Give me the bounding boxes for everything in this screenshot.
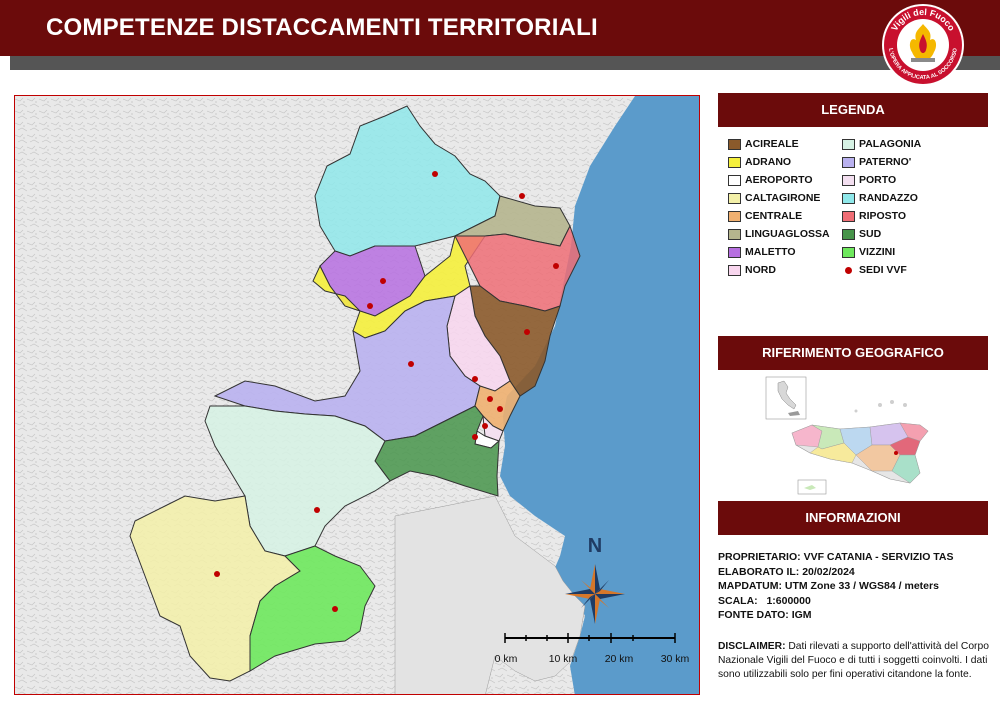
info-key: SCALA: <box>718 594 758 607</box>
legend-label: PALAGONIA <box>859 138 922 150</box>
legend-label: RANDAZZO <box>859 192 918 204</box>
legend-label: SEDI VVF <box>859 264 907 276</box>
info-value: 1:600000 <box>766 594 811 607</box>
legend-swatch <box>842 192 855 204</box>
station-maletto[interactable] <box>380 278 386 284</box>
legend-swatch <box>842 210 855 222</box>
territory-map[interactable]: N 0 km 10 km 20 km 30 km <box>14 95 700 695</box>
legend-item: VIZZINI <box>842 243 921 261</box>
station-nord[interactable] <box>472 376 478 382</box>
info-header: INFORMAZIONI <box>718 501 988 535</box>
station-marker-icon <box>845 266 852 274</box>
legend-label: CENTRALE <box>745 210 803 222</box>
station-randazzo[interactable] <box>432 171 438 177</box>
legend-item: PATERNO' <box>842 153 921 171</box>
info-line: ELABORATO IL: 20/02/2024 <box>718 566 990 581</box>
legend-item: ADRANO <box>728 153 830 171</box>
legend-label: AEROPORTO <box>745 174 813 186</box>
legend-swatch <box>728 138 741 150</box>
info-block: PROPRIETARIO: VVF CATANIA - SERVIZIO TAS… <box>718 551 990 624</box>
legend-label: PORTO <box>859 174 897 186</box>
legend-swatch <box>842 228 855 240</box>
info-value: IGM <box>791 609 812 621</box>
legend-column-left: ACIREALE ADRANO AEROPORTO CALTAGIRONE CE… <box>728 135 830 279</box>
info-key: ELABORATO IL: <box>718 565 800 578</box>
legend-label: LINGUAGLOSSA <box>745 228 830 240</box>
scale-label-30: 30 km <box>661 653 690 665</box>
info-key: FONTE DATO: <box>718 609 789 621</box>
legend-item: NORD <box>728 261 830 279</box>
info-line: PROPRIETARIO: VVF CATANIA - SERVIZIO TAS <box>718 551 990 566</box>
legend-item: SUD <box>842 225 921 243</box>
north-label: N <box>588 535 602 557</box>
station-palagonia[interactable] <box>314 507 320 513</box>
legend-swatch <box>728 228 741 240</box>
legend-swatch <box>728 156 741 168</box>
legend-item: PALAGONIA <box>842 135 921 153</box>
legend-label: PATERNO' <box>859 156 912 168</box>
info-value: 20/02/2024 <box>802 565 855 578</box>
legend-item: RANDAZZO <box>842 189 921 207</box>
station-riposto[interactable] <box>553 263 559 269</box>
station-caltagirone[interactable] <box>214 571 220 577</box>
legend-item: AEROPORTO <box>728 171 830 189</box>
legend-item: SEDI VVF <box>842 261 921 279</box>
info-line: FONTE DATO: IGM <box>718 609 990 624</box>
legend-item: ACIREALE <box>728 135 830 153</box>
scale-label-20: 20 km <box>605 653 634 665</box>
station-porto[interactable] <box>497 406 503 412</box>
legend-swatch <box>842 138 855 150</box>
legend-label: ACIREALE <box>745 138 799 150</box>
legend-label: MALETTO <box>745 246 796 258</box>
station-paterno[interactable] <box>408 361 414 367</box>
page-title: COMPETENZE DISTACCAMENTI TERRITORIALI <box>46 14 598 41</box>
legend-item: RIPOSTO <box>842 207 921 225</box>
station-adrano[interactable] <box>367 303 373 309</box>
legend-swatch <box>842 156 855 168</box>
info-line: MAPDATUM: UTM Zone 33 / WGS84 / meters <box>718 580 990 595</box>
station-aeroporto[interactable] <box>482 423 488 429</box>
legend-swatch <box>728 192 741 204</box>
station-vizzini[interactable] <box>332 606 338 612</box>
disclaimer: DISCLAIMER: Dati rilevati a supporto del… <box>718 640 990 682</box>
legend-column-right: PALAGONIA PATERNO' PORTO RANDAZZO RIPOST… <box>842 135 921 279</box>
legend-label: SUD <box>859 228 882 240</box>
legend-header: LEGENDA <box>718 93 988 127</box>
legend-swatch <box>728 246 741 258</box>
scale-label-0: 0 km <box>495 653 518 665</box>
info-value: UTM Zone 33 / WGS84 / meters <box>784 580 939 592</box>
station-sud[interactable] <box>472 434 478 440</box>
legend-item: CENTRALE <box>728 207 830 225</box>
title-bar-shadow <box>10 56 1000 70</box>
legend-label: ADRANO <box>745 156 792 168</box>
legend-item: CALTAGIRONE <box>728 189 830 207</box>
legend-label: RIPOSTO <box>859 210 907 222</box>
station-centrale[interactable] <box>487 396 493 402</box>
vigili-del-fuoco-logo-icon: Vigili del Fuoco L'OPERA APPLICATA AL SO… <box>882 4 964 86</box>
info-key: MAPDATUM: <box>718 580 782 592</box>
legend-swatch <box>842 174 855 186</box>
legend-swatch <box>728 264 741 276</box>
legend-swatch <box>842 246 855 258</box>
legend-swatch <box>728 210 741 222</box>
legend-item: PORTO <box>842 171 921 189</box>
info-line: SCALA: 1:600000 <box>718 595 990 610</box>
legend-label: VIZZINI <box>859 246 896 258</box>
legend-label: CALTAGIRONE <box>745 192 821 204</box>
info-key: PROPRIETARIO: <box>718 551 801 563</box>
sicily-inset-map <box>765 376 929 495</box>
geo-ref-header: RIFERIMENTO GEOGRAFICO <box>718 336 988 370</box>
legend-swatch <box>728 174 741 186</box>
disclaimer-label: DISCLAIMER: <box>718 641 786 652</box>
station-linguaglossa[interactable] <box>519 193 525 199</box>
legend-item: LINGUAGLOSSA <box>728 225 830 243</box>
scale-label-10: 10 km <box>549 653 578 665</box>
station-acireale[interactable] <box>524 329 530 335</box>
legend-label: NORD <box>745 264 776 276</box>
info-value: VVF CATANIA - SERVIZIO TAS <box>803 551 954 563</box>
legend-item: MALETTO <box>728 243 830 261</box>
